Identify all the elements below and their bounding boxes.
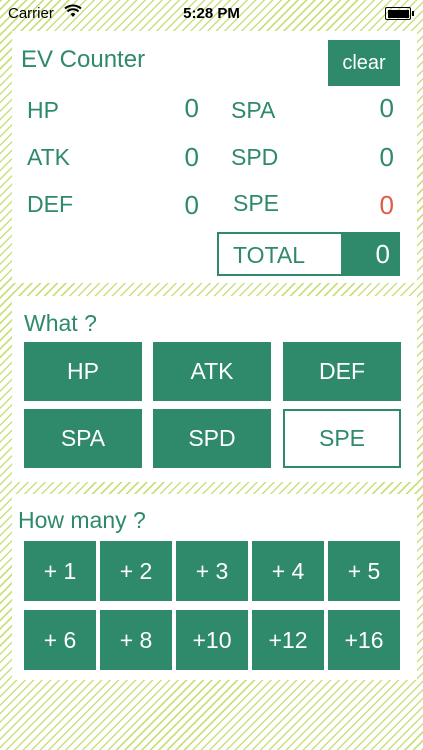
how-many-panel: How many ? + 1 + 2 + 3 + 4 + 5 + 6 + 8 +…	[12, 494, 417, 680]
amount-button-5[interactable]: + 5	[328, 541, 400, 601]
stat-button-spa[interactable]: SPA	[24, 409, 142, 468]
total-label: TOTAL	[233, 242, 305, 268]
how-many-title: How many ?	[18, 507, 146, 533]
stat-value-hp: 0	[184, 93, 199, 123]
stat-label-spd: SPD	[231, 144, 279, 170]
amount-button-1[interactable]: + 1	[24, 541, 96, 601]
what-panel: What ? HP ATK DEF SPA SPD SPE	[12, 296, 417, 482]
app-title: EV Counter	[21, 46, 146, 73]
clock: 5:28 PM	[183, 5, 240, 22]
amount-button-16[interactable]: +16	[328, 610, 400, 670]
stat-button-spd[interactable]: SPD	[153, 409, 271, 468]
stat-value-spa: 0	[379, 93, 394, 123]
stat-button-atk[interactable]: ATK	[153, 342, 271, 401]
amount-button-12[interactable]: +12	[252, 610, 324, 670]
stat-value-spd: 0	[379, 142, 394, 172]
stat-label-spe: SPE	[233, 190, 280, 216]
counter-panel: EV Counter clear HP 0 ATK 0 DEF 0 SPA 0 …	[12, 31, 417, 283]
stat-value-atk: 0	[184, 142, 199, 172]
stat-button-hp[interactable]: HP	[24, 342, 142, 401]
stat-label-hp: HP	[27, 97, 59, 123]
stat-value-def: 0	[184, 190, 199, 220]
battery-icon	[385, 7, 414, 20]
stat-button-spe[interactable]: SPE	[283, 409, 401, 468]
total-box: TOTAL 0	[217, 232, 400, 276]
amount-button-4[interactable]: + 4	[252, 541, 324, 601]
stat-label-def: DEF	[27, 191, 73, 217]
amount-button-8[interactable]: + 8	[100, 610, 172, 670]
what-title: What ?	[24, 310, 97, 336]
stat-button-def[interactable]: DEF	[283, 342, 401, 401]
clear-button[interactable]: clear	[328, 40, 400, 86]
stat-value-spe: 0	[379, 190, 394, 220]
stat-label-atk: ATK	[27, 144, 71, 170]
amount-button-2[interactable]: + 2	[100, 541, 172, 601]
amount-button-3[interactable]: + 3	[176, 541, 248, 601]
amount-button-6[interactable]: + 6	[24, 610, 96, 670]
amount-button-10[interactable]: +10	[176, 610, 248, 670]
stat-label-spa: SPA	[231, 97, 276, 123]
status-bar: Carrier 5:28 PM	[0, 0, 423, 28]
total-value: 0	[341, 234, 398, 274]
